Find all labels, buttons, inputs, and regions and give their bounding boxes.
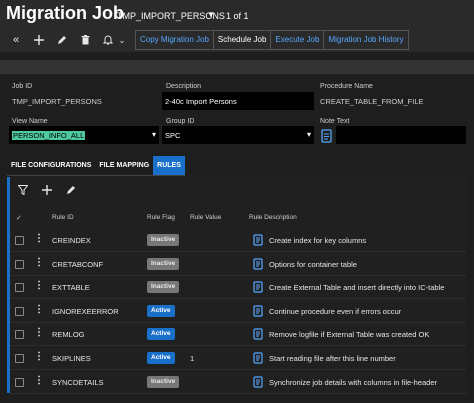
tab-rules[interactable]: RULES	[153, 156, 185, 176]
tab-bar: FILE CONFIGURATIONS FILE MAPPING RULES	[7, 156, 185, 176]
more-vertical-icon[interactable]: ⋮	[34, 233, 44, 244]
toolbar: « ⌄ Copy Migration Job Schedule Job Exec…	[0, 28, 474, 52]
view-name-value: PERSON_INFO_ALL	[12, 131, 86, 140]
page-title: Migration Job	[6, 3, 124, 23]
rule-id: SKIPLINES	[52, 354, 91, 363]
group-id-value: SPC	[165, 131, 181, 140]
rule-flag-badge: Inactive	[147, 234, 180, 246]
rule-description: Remove logfile if External Table was cre…	[269, 330, 430, 339]
document-icon[interactable]	[253, 234, 263, 246]
grid-toolbar	[10, 177, 467, 205]
rule-description: Create index for key columns	[269, 236, 367, 245]
record-count: 1 of 1	[226, 11, 249, 21]
rule-id: CRETABCONF	[52, 260, 104, 269]
edit-pencil-icon[interactable]	[54, 32, 70, 48]
table-row[interactable]: ⋮ SKIPLINES Active 1 Start reading file …	[10, 347, 467, 370]
document-icon[interactable]	[253, 281, 263, 293]
rule-value: 1	[190, 354, 195, 363]
section-divider	[0, 60, 474, 74]
document-icon[interactable]	[253, 258, 263, 270]
table-row[interactable]: ⋮ IGNOREXEERROR Active Continue procedur…	[10, 300, 467, 323]
caret-down-icon[interactable]: ▼	[207, 10, 215, 19]
tab-file-configurations[interactable]: FILE CONFIGURATIONS	[7, 156, 96, 176]
schedule-job-button[interactable]: Schedule Job	[213, 31, 272, 49]
table-row[interactable]: ⋮ SYNCDETAILS Inactive Synchronize job d…	[10, 371, 467, 394]
rules-grid: ✓ Rule ID Rule Flag Rule Value Rule Desc…	[7, 177, 467, 394]
note-text-label: Note Text	[320, 118, 350, 125]
rule-description: Continue procedure even if errors occur	[269, 307, 402, 316]
tab-file-mapping[interactable]: FILE MAPPING	[95, 156, 154, 176]
add-icon[interactable]	[42, 185, 52, 198]
rule-description: Start reading file after this line numbe…	[269, 354, 396, 363]
row-checkbox[interactable]	[15, 260, 24, 269]
row-checkbox[interactable]	[15, 330, 24, 339]
row-checkbox[interactable]	[15, 378, 24, 387]
edit-pencil-icon[interactable]	[66, 185, 76, 198]
description-value: 2-40c Import Persons	[165, 97, 237, 106]
column-header-rule-description[interactable]: Rule Description	[249, 214, 297, 221]
execute-job-button[interactable]: Execute Job	[271, 31, 325, 49]
rule-flag-badge: Active	[147, 352, 175, 364]
collapse-left-icon[interactable]: «	[8, 32, 24, 48]
table-row[interactable]: ⋮ REMLOG Active Remove logfile if Extern…	[10, 323, 467, 346]
action-button-group: Copy Migration Job Schedule Job Execute …	[135, 30, 409, 50]
more-vertical-icon[interactable]: ⋮	[34, 351, 44, 362]
rule-flag-badge: Inactive	[147, 376, 180, 388]
rule-flag-badge: Inactive	[147, 281, 180, 293]
table-row[interactable]: ⋮ EXTTABLE Inactive Create External Tabl…	[10, 276, 467, 299]
rule-id: EXTTABLE	[52, 283, 90, 292]
row-checkbox[interactable]	[15, 283, 24, 292]
document-icon[interactable]	[253, 376, 263, 388]
rule-id: REMLOG	[52, 330, 85, 339]
table-row[interactable]: ⋮ CREINDEX Inactive Create index for key…	[10, 229, 467, 252]
rule-description: Options for container table	[269, 260, 357, 269]
caret-down-icon[interactable]: ▾	[152, 130, 156, 139]
more-vertical-icon[interactable]: ⋮	[34, 257, 44, 268]
column-header-rule-id[interactable]: Rule ID	[52, 214, 74, 221]
more-vertical-icon[interactable]: ⋮	[34, 327, 44, 338]
rule-description: Create External Table and insert directl…	[269, 283, 445, 292]
caret-down-icon[interactable]: ▾	[307, 130, 311, 139]
table-row[interactable]: ⋮ CRETABCONF Inactive Options for contai…	[10, 253, 467, 276]
copy-migration-job-button[interactable]: Copy Migration Job	[136, 31, 214, 49]
more-vertical-icon[interactable]: ⋮	[34, 304, 44, 315]
row-checkbox[interactable]	[15, 307, 24, 316]
job-id-label: Job ID	[12, 83, 33, 90]
note-document-icon[interactable]	[320, 128, 334, 144]
note-text-field[interactable]	[336, 126, 466, 144]
rule-id: SYNCDETAILS	[52, 378, 104, 387]
column-header-rule-value[interactable]: Rule Value	[190, 214, 221, 221]
rule-id: IGNOREXEERROR	[52, 307, 119, 316]
rule-flag-badge: Active	[147, 305, 175, 317]
rule-id: CREINDEX	[52, 236, 91, 245]
filter-icon[interactable]	[17, 185, 29, 198]
document-icon[interactable]	[253, 305, 263, 317]
grid-header: ✓ Rule ID Rule Flag Rule Value Rule Desc…	[10, 210, 467, 226]
procedure-name-value: CREATE_TABLE_FROM_FILE	[320, 97, 424, 106]
group-id-label: Group ID	[166, 118, 195, 125]
row-checkbox[interactable]	[15, 236, 24, 245]
more-vertical-icon[interactable]: ⋮	[34, 375, 44, 386]
rule-flag-badge: Active	[147, 328, 175, 340]
migration-job-history-button[interactable]: Migration Job History	[324, 31, 408, 49]
job-id-value: TMP_IMPORT_PERSONS	[12, 97, 102, 106]
select-all-checkmark-icon[interactable]: ✓	[16, 214, 22, 222]
view-name-select[interactable]: PERSON_INFO_ALL ▾	[9, 126, 159, 144]
header-bar: Migration Job TMP_IMPORT_PERSONS ▼ 1 of …	[0, 0, 474, 28]
description-field[interactable]: 2-40c Import Persons	[162, 92, 314, 110]
document-icon[interactable]	[253, 328, 263, 340]
rule-flag-badge: Inactive	[147, 258, 180, 270]
procedure-name-label: Procedure Name	[320, 83, 373, 90]
document-icon[interactable]	[253, 352, 263, 364]
view-name-label: View Name	[12, 118, 48, 125]
column-header-rule-flag[interactable]: Rule Flag	[147, 214, 175, 221]
rule-description: Synchronize job details with columns in …	[269, 378, 438, 387]
add-icon[interactable]	[31, 32, 47, 48]
row-checkbox[interactable]	[15, 354, 24, 363]
more-vertical-icon[interactable]: ⋮	[34, 280, 44, 291]
chevron-down-icon[interactable]: ⌄	[114, 32, 130, 48]
group-id-select[interactable]: SPC ▾	[162, 126, 314, 144]
delete-trash-icon[interactable]	[77, 32, 93, 48]
description-label: Description	[166, 83, 202, 90]
